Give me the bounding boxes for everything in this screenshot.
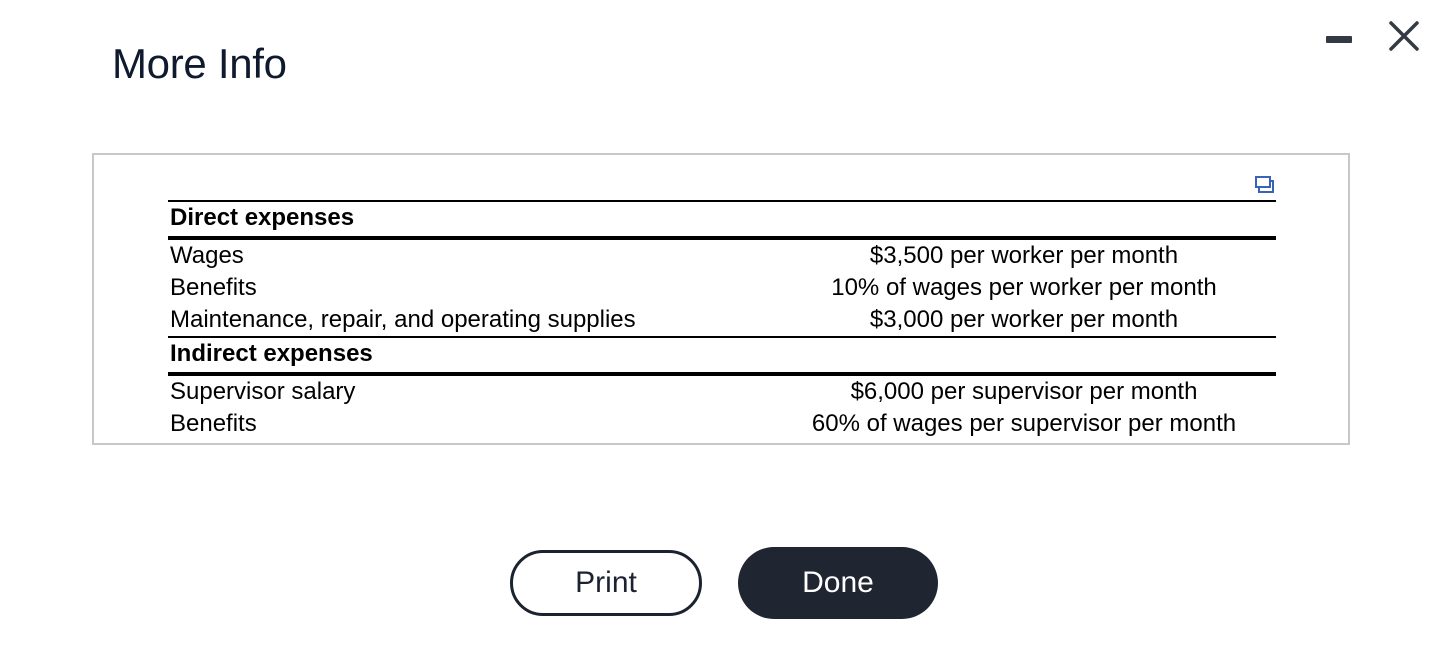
row-label: Wages [170, 242, 244, 269]
row-value: $6,000 per supervisor per month [850, 378, 1198, 405]
table-row: Maintenance, repair, and operating suppl… [168, 304, 1276, 338]
dialog-title: More Info [112, 40, 287, 87]
more-info-dialog: More Info Direct expenses Wages $3,500 p… [0, 0, 1440, 672]
close-icon[interactable] [1384, 16, 1424, 56]
info-table-container[interactable]: Direct expenses Wages $3,500 per worker … [92, 153, 1350, 445]
row-label: Maintenance, repair, and operating suppl… [170, 306, 636, 333]
section-header-label: Indirect expenses [170, 340, 373, 367]
copy-icon[interactable] [1254, 175, 1276, 195]
minimize-icon[interactable] [1322, 22, 1356, 56]
table-row: Supervisor salary $6,000 per supervisor … [168, 376, 1276, 408]
row-value: $3,500 per worker per month [869, 242, 1179, 269]
row-label: Supervisor salary [170, 378, 356, 405]
table-row: Benefits 60% of wages per supervisor per… [168, 408, 1276, 440]
section-header-label: Direct expenses [170, 204, 355, 231]
row-label: Benefits [170, 274, 257, 301]
section-header-indirect: Indirect expenses [168, 338, 1276, 376]
done-button[interactable]: Done [738, 547, 938, 619]
table-row: Wages $3,500 per worker per month [168, 240, 1276, 272]
print-button[interactable]: Print [510, 550, 702, 616]
table-row: Benefits 10% of wages per worker per mon… [168, 272, 1276, 304]
row-value: 60% of wages per supervisor per month [811, 410, 1237, 437]
expense-table: Direct expenses Wages $3,500 per worker … [168, 200, 1276, 440]
row-label: Benefits [170, 410, 257, 437]
section-header-direct: Direct expenses [168, 202, 1276, 240]
row-value: $3,000 per worker per month [869, 306, 1179, 333]
row-value: 10% of wages per worker per month [831, 274, 1217, 301]
